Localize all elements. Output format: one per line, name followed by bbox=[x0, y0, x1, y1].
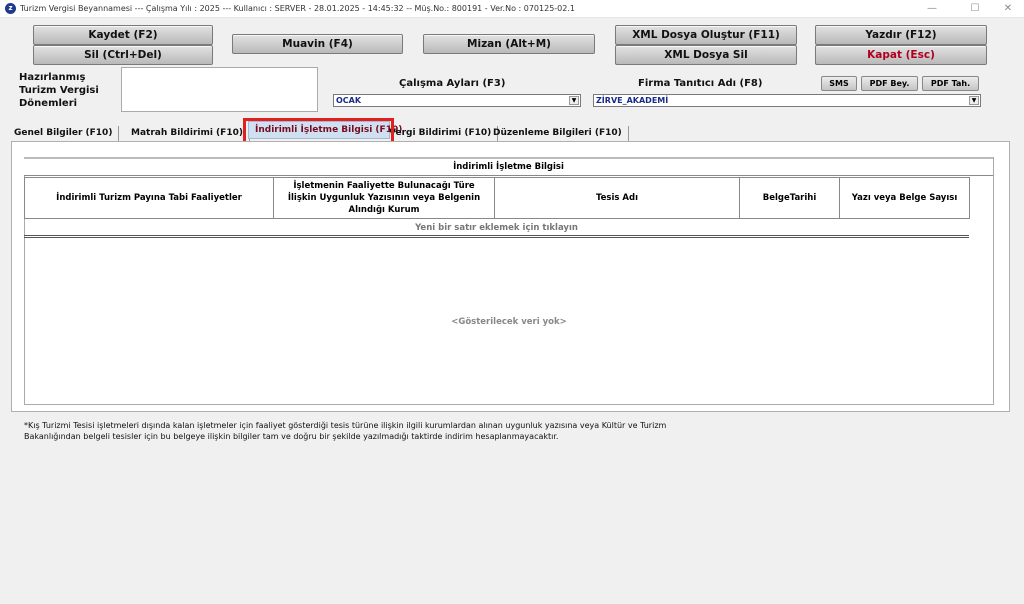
minimize-icon[interactable]: — bbox=[920, 2, 944, 16]
chevron-down-icon[interactable]: ▼ bbox=[569, 96, 579, 105]
sms-button[interactable]: SMS bbox=[821, 76, 857, 91]
app-icon: z bbox=[5, 3, 16, 14]
company-select[interactable]: ZİRVE_AKADEMİ ▼ bbox=[593, 94, 981, 107]
maximize-icon[interactable]: ☐ bbox=[963, 2, 987, 16]
grid-title: İndirimli İşletme Bilgisi bbox=[24, 157, 993, 176]
delete-button[interactable]: Sil (Ctrl+Del) bbox=[33, 45, 213, 65]
column-header-tesis-adi[interactable]: Tesis Adı bbox=[494, 177, 740, 219]
tab-genel-bilgiler[interactable]: Genel Bilgiler (F10) bbox=[8, 126, 120, 141]
pdf-bey-button[interactable]: PDF Bey. bbox=[861, 76, 918, 91]
xml-create-button[interactable]: XML Dosya Oluştur (F11) bbox=[615, 25, 797, 45]
muavin-button[interactable]: Muavin (F4) bbox=[232, 34, 403, 54]
chevron-down-icon[interactable]: ▼ bbox=[969, 96, 979, 105]
new-row-prompt[interactable]: Yeni bir satır eklemek için tıklayın bbox=[24, 221, 969, 238]
periods-label: Hazırlanmış Turizm Vergisi Dönemleri bbox=[19, 72, 99, 109]
close-icon[interactable]: ✕ bbox=[996, 2, 1020, 16]
mizan-button[interactable]: Mizan (Alt+M) bbox=[423, 34, 595, 54]
empty-state-text: <Gösterilecek veri yok> bbox=[451, 317, 567, 327]
tab-duzenleme-bilgileri[interactable]: Düzenleme Bilgileri (F10) bbox=[487, 126, 629, 141]
working-months-select[interactable]: OCAK ▼ bbox=[333, 94, 581, 107]
working-months-value: OCAK bbox=[336, 96, 362, 105]
company-value: ZİRVE_AKADEMİ bbox=[596, 96, 669, 105]
column-header-faaliyetler[interactable]: İndirimli Turizm Payına Tabi Faaliyetler bbox=[24, 177, 274, 219]
title-bar: z Turizm Vergisi Beyannamesi --- Çalışma… bbox=[0, 0, 1024, 18]
periods-list[interactable] bbox=[121, 67, 318, 112]
column-header-belge-sayisi[interactable]: Yazı veya Belge Sayısı bbox=[839, 177, 970, 219]
footnote: *Kış Turizmi Tesisi işletmeleri dışında … bbox=[24, 421, 667, 441]
working-months-label: Çalışma Ayları (F3) bbox=[399, 78, 506, 89]
tab-matrah-bildirimi[interactable]: Matrah Bildirimi (F10) bbox=[125, 126, 250, 141]
print-button[interactable]: Yazdır (F12) bbox=[815, 25, 987, 45]
tab-vergi-bildirimi[interactable]: Vergi Bildirimi (F10) bbox=[387, 126, 499, 141]
save-button[interactable]: Kaydet (F2) bbox=[33, 25, 213, 45]
xml-delete-button[interactable]: XML Dosya Sil bbox=[615, 45, 797, 65]
column-header-belge-tarihi[interactable]: BelgeTarihi bbox=[739, 177, 840, 219]
column-header-kurum[interactable]: İşletmenin Faaliyette Bulunacağı Türe İl… bbox=[273, 177, 495, 219]
pdf-tah-button[interactable]: PDF Tah. bbox=[922, 76, 979, 91]
close-button[interactable]: Kapat (Esc) bbox=[815, 45, 987, 65]
window-title: Turizm Vergisi Beyannamesi --- Çalışma Y… bbox=[20, 4, 575, 13]
company-label: Firma Tanıtıcı Adı (F8) bbox=[638, 78, 763, 89]
